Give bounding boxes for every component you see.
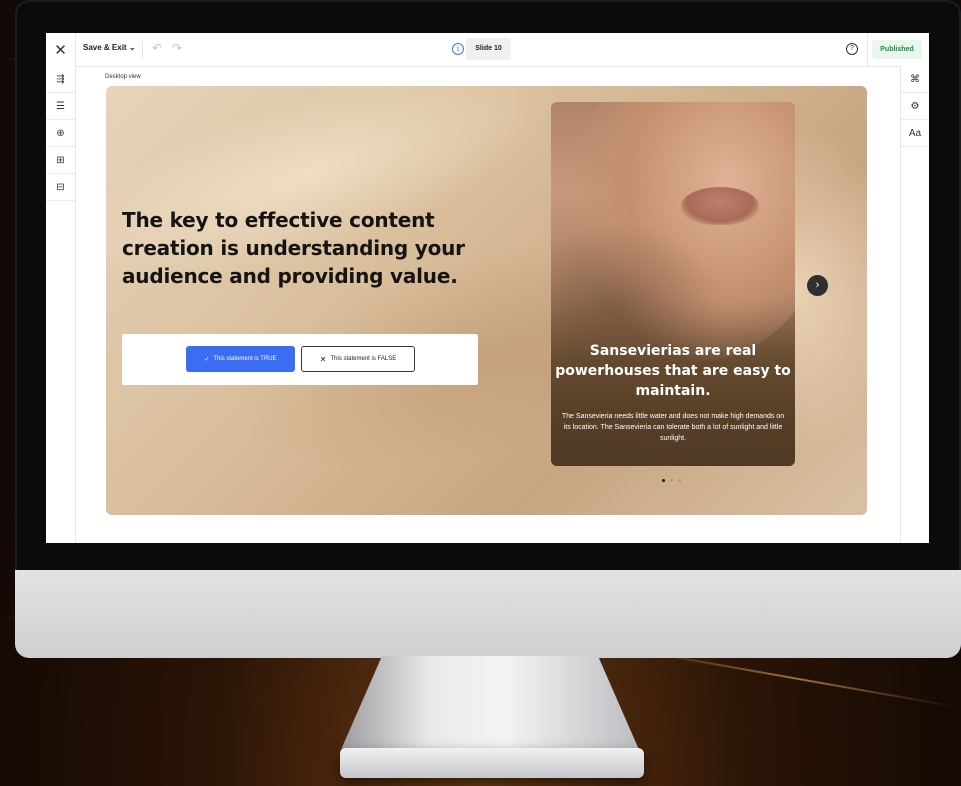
published-button[interactable]: Published	[872, 40, 922, 59]
carousel-dot[interactable]	[662, 479, 665, 482]
false-answer-label: This statement is FALSE	[330, 356, 397, 362]
add-circle-icon[interactable]: ⊕	[46, 120, 75, 147]
true-answer-button[interactable]: ✓ This statement is TRUE	[186, 346, 295, 372]
toolbar-divider	[867, 33, 868, 66]
redo-icon[interactable]: ↷	[172, 41, 182, 55]
close-icon[interactable]: ✕	[46, 33, 76, 66]
slide-headline[interactable]: The key to effective content creation is…	[122, 206, 472, 290]
close-icon: ✕	[319, 354, 327, 364]
card-title: Sansevierias are real powerhouses that a…	[555, 343, 791, 399]
monitor-chin	[15, 570, 961, 658]
view-mode-label: Desktop view	[105, 74, 141, 80]
editor-toolbar: ✕ Save & Exit ⌄ ↶ ↷ i Slide 10 ? Publish…	[46, 33, 929, 67]
monitor-stand-neck	[340, 656, 640, 752]
slide-selector[interactable]: Slide 10	[466, 38, 511, 60]
carousel-dot[interactable]	[670, 479, 673, 482]
settings-icon[interactable]: ⚙	[901, 93, 929, 120]
left-tool-rail: ⇶ ☰ ⊕ ⊞ ⊟	[46, 66, 76, 543]
monitor-stand-foot	[340, 748, 644, 778]
save-exit-button[interactable]: Save & Exit ⌄	[83, 43, 136, 52]
chevron-down-icon: ⌄	[128, 43, 136, 52]
info-icon[interactable]: i	[452, 43, 464, 55]
toolbar-divider	[142, 41, 143, 58]
check-icon: ✓	[204, 356, 210, 363]
grid-icon[interactable]: ⊞	[46, 147, 75, 174]
chevron-right-icon[interactable]: ›	[807, 275, 828, 296]
false-answer-button[interactable]: ✕ This statement is FALSE	[301, 346, 415, 372]
editor-screen: ✕ Save & Exit ⌄ ↶ ↷ i Slide 10 ? Publish…	[46, 33, 929, 543]
true-false-question-box: ✓ This statement is TRUE ✕ This statemen…	[122, 334, 478, 385]
light-streak	[639, 650, 956, 708]
typography-icon[interactable]: Aa	[901, 120, 929, 147]
save-exit-label: Save & Exit	[83, 43, 127, 52]
layout-icon[interactable]: ⊟	[46, 174, 75, 201]
help-icon[interactable]: ?	[846, 43, 858, 55]
undo-icon[interactable]: ↶	[152, 41, 162, 55]
slide-canvas[interactable]: The key to effective content creation is…	[106, 86, 867, 515]
content-card[interactable]: Sansevierias are real powerhouses that a…	[551, 102, 795, 466]
collapse-sidebar-icon[interactable]: ⇶	[46, 66, 75, 93]
carousel-dot[interactable]	[678, 479, 681, 482]
card-text: The Sansevieria needs little water and d…	[561, 413, 785, 442]
layers-icon[interactable]: ☰	[46, 93, 75, 120]
true-answer-label: This statement is TRUE	[213, 356, 277, 362]
carousel-dots	[662, 479, 681, 482]
right-tool-rail: ⌘ ⚙ Aa	[900, 66, 929, 543]
flow-icon[interactable]: ⌘	[901, 66, 929, 93]
